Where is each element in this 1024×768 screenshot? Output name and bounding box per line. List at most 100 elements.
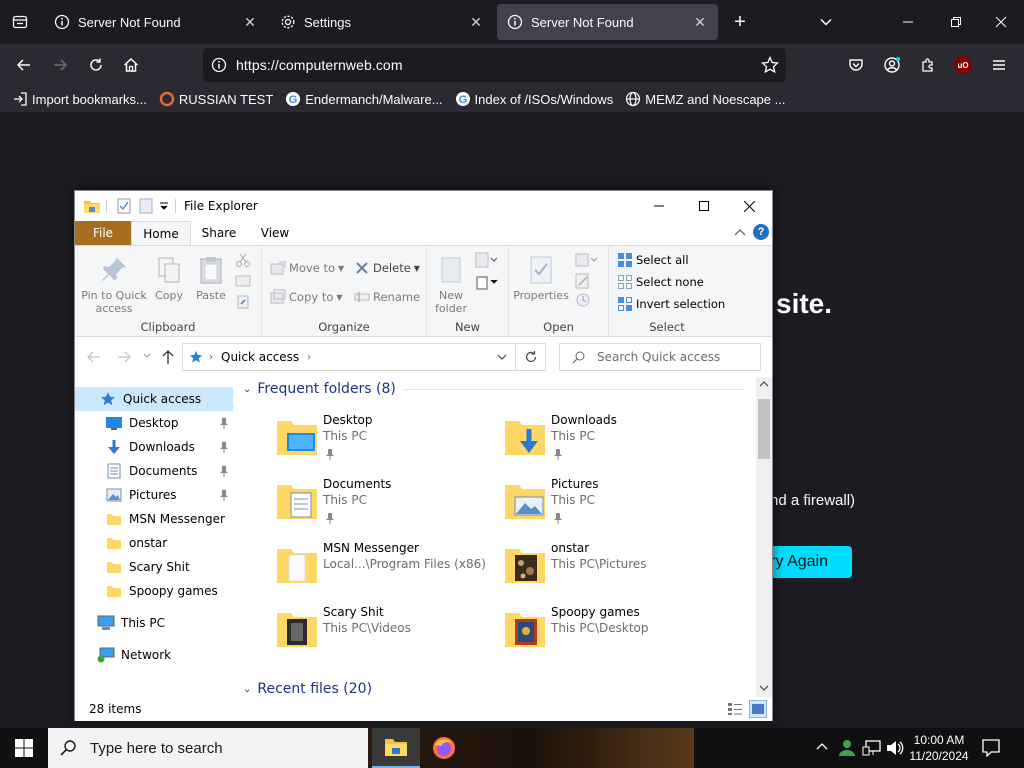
home-icon[interactable] [115, 49, 147, 81]
ublock-origin-icon[interactable]: uO [947, 49, 979, 81]
scrollbar-thumb[interactable] [758, 399, 770, 459]
folder-tile[interactable]: Scary Shit This PC\Videos [275, 603, 503, 667]
list-tabs-chevron-icon[interactable] [810, 6, 842, 38]
rename-button[interactable]: Rename [354, 289, 420, 305]
tab-server-not-found-2[interactable]: Server Not Found ✕ [497, 4, 718, 40]
nav-msn-messenger[interactable]: MSN Messenger [75, 507, 233, 531]
maximize-icon[interactable] [681, 191, 727, 221]
select-none-button[interactable]: Select none [617, 274, 704, 290]
back-icon[interactable] [8, 49, 40, 81]
site-info-icon[interactable] [211, 57, 227, 73]
properties-qat-icon[interactable] [117, 198, 131, 214]
bookmark-import[interactable]: Import bookmarks... [8, 88, 151, 110]
nav-downloads[interactable]: Downloads [75, 435, 233, 459]
folder-tile[interactable]: onstar This PC\Pictures [503, 539, 731, 603]
firefox-view-icon[interactable] [4, 6, 36, 38]
edit-icon[interactable] [575, 273, 591, 289]
network-tray-icon[interactable] [862, 739, 882, 757]
bookmark-isos[interactable]: G Index of /ISOs/Windows [451, 88, 618, 110]
easy-access-icon[interactable] [475, 274, 499, 290]
tab-view[interactable]: View [249, 221, 301, 245]
address-dropdown-icon[interactable] [497, 354, 507, 361]
nav-documents[interactable]: Documents [75, 459, 233, 483]
select-all-button[interactable]: Select all [617, 252, 689, 268]
nav-quick-access[interactable]: Quick access [75, 387, 233, 411]
scroll-down-icon[interactable] [759, 685, 769, 691]
bookmark-russian-test[interactable]: RUSSIAN TEST [155, 88, 277, 110]
nav-this-pc[interactable]: This PC [75, 611, 233, 635]
folder-tile[interactable]: Downloads This PC [503, 411, 731, 475]
folder-tile[interactable]: MSN Messenger Local...\Program Files (x8… [275, 539, 503, 603]
nav-network[interactable]: Network [75, 643, 233, 667]
clock[interactable]: 10:00 AM 11/20/2024 [908, 732, 970, 764]
bookmark-endermanch[interactable]: G Endermanch/Malware... [281, 88, 446, 110]
invert-selection-button[interactable]: Invert selection [617, 296, 725, 312]
search-box[interactable]: Search Quick access [559, 343, 761, 371]
breadcrumb-chevron-icon[interactable]: › [307, 352, 311, 363]
paste-shortcut-icon[interactable] [235, 294, 251, 310]
nav-pictures[interactable]: Pictures [75, 483, 233, 507]
vertical-scrollbar[interactable] [756, 377, 772, 697]
restore-icon[interactable] [940, 6, 972, 38]
close-tab-icon[interactable]: ✕ [692, 14, 708, 30]
properties-button[interactable]: Properties [511, 254, 571, 302]
close-tab-icon[interactable]: ✕ [242, 14, 258, 30]
bookmark-memz[interactable]: MEMZ and Noescape ... [621, 88, 789, 110]
account-icon[interactable] [876, 49, 908, 81]
close-window-icon[interactable] [726, 191, 772, 221]
folder-tile[interactable]: Documents This PC [275, 475, 503, 539]
folder-tile[interactable]: Pictures This PC [503, 475, 731, 539]
refresh-icon[interactable] [516, 343, 546, 371]
copy-to-button[interactable]: Copy to ▼ [270, 289, 343, 305]
tab-home[interactable]: Home [131, 221, 191, 245]
tab-file[interactable]: File [75, 221, 131, 245]
recent-locations-chevron-icon[interactable] [143, 353, 151, 359]
tab-server-not-found-1[interactable]: Server Not Found ✕ [44, 4, 268, 40]
reload-icon[interactable] [80, 49, 112, 81]
copy-path-icon[interactable] [235, 274, 251, 288]
delete-button[interactable]: Delete ▼ [354, 260, 420, 276]
menu-hamburger-icon[interactable] [983, 49, 1015, 81]
up-icon[interactable] [161, 349, 175, 365]
address-bar[interactable]: › Quick access › [182, 343, 516, 371]
folder-tile[interactable]: Spoopy games This PC\Desktop [503, 603, 731, 667]
forward-icon[interactable] [117, 350, 131, 364]
tab-share[interactable]: Share [193, 221, 245, 245]
nav-onstar[interactable]: onstar [75, 531, 233, 555]
bookmark-star-icon[interactable] [761, 56, 779, 74]
url-text[interactable]: https://computernweb.com [236, 57, 403, 73]
url-bar[interactable]: https://computernweb.com [203, 48, 786, 82]
new-item-icon[interactable] [475, 252, 499, 268]
open-icon[interactable] [575, 252, 599, 268]
tiles-view-icon[interactable] [749, 700, 767, 718]
pocket-icon[interactable] [840, 49, 872, 81]
address-text[interactable]: Quick access [221, 350, 299, 364]
history-icon[interactable] [575, 292, 591, 308]
new-tab-icon[interactable]: + [724, 6, 756, 38]
close-tab-icon[interactable]: ✕ [468, 14, 484, 30]
pin-quick-access-button[interactable]: Pin to Quick access [81, 254, 147, 315]
show-hidden-icons-chevron-icon[interactable] [816, 742, 828, 750]
taskbar-search-box[interactable]: Type here to search [48, 728, 368, 768]
new-folder-button[interactable]: New folder [431, 254, 471, 315]
user-tray-icon[interactable] [838, 739, 856, 757]
move-to-button[interactable]: Move to ▼ [270, 260, 344, 276]
forward-icon[interactable] [44, 49, 76, 81]
recent-files-header[interactable]: ⌄ Recent files (20) [243, 681, 372, 697]
new-folder-qat-icon[interactable] [139, 198, 153, 214]
scroll-up-icon[interactable] [759, 381, 769, 387]
file-explorer-taskbar-icon[interactable] [372, 728, 420, 768]
tab-settings[interactable]: Settings ✕ [270, 4, 494, 40]
close-window-icon[interactable] [985, 6, 1017, 38]
help-icon[interactable]: ? [753, 224, 769, 240]
folder-tile[interactable]: Desktop This PC [275, 411, 503, 475]
nav-spoopy-games[interactable]: Spoopy games [75, 579, 233, 603]
paste-button[interactable]: Paste [191, 254, 231, 302]
minimize-icon[interactable] [636, 191, 682, 221]
nav-scary-shit[interactable]: Scary Shit [75, 555, 233, 579]
volume-icon[interactable] [886, 740, 904, 756]
copy-button[interactable]: Copy [149, 254, 189, 302]
notifications-icon[interactable] [982, 739, 1000, 757]
breadcrumb-chevron-icon[interactable]: › [209, 352, 213, 363]
firefox-taskbar-icon[interactable] [420, 728, 468, 768]
